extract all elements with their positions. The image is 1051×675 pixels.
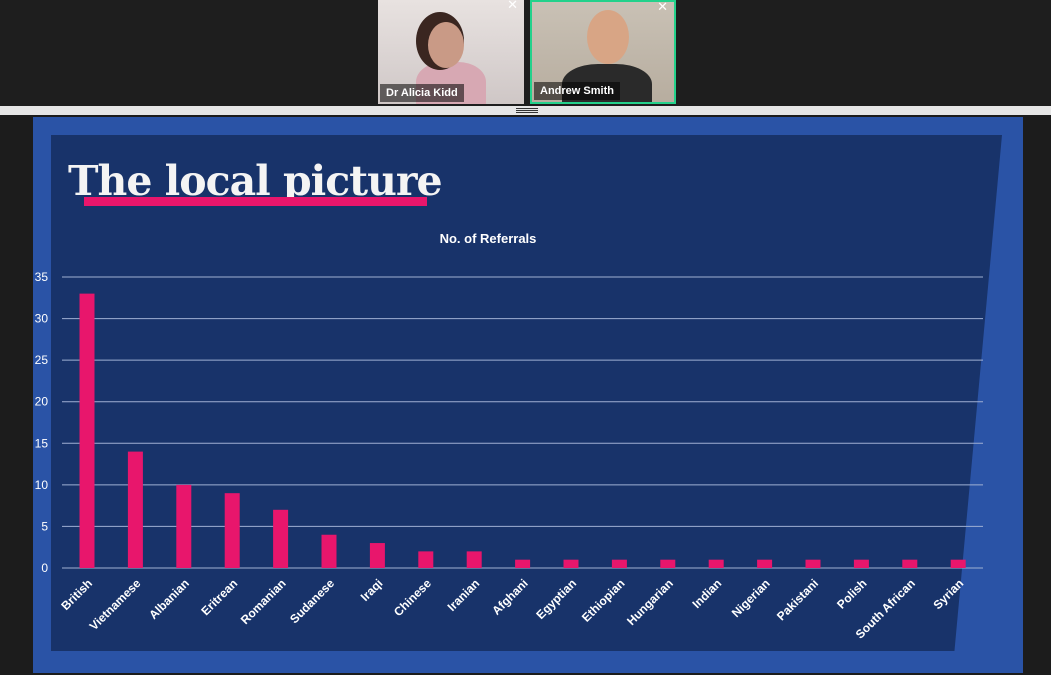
- bar-iraqi: [369, 543, 385, 568]
- x-tick-label: Indian: [689, 576, 724, 611]
- bar-hungarian: [660, 559, 676, 568]
- bar-nigerian: [757, 559, 773, 568]
- x-tick-label: Albanian: [146, 576, 192, 622]
- x-tick-label: Chinese: [391, 576, 434, 619]
- x-tick-label: Afghani: [489, 576, 530, 617]
- x-tick-label: Nigerian: [729, 576, 773, 620]
- bar-sudanese: [321, 534, 337, 568]
- bar-south-african: [902, 559, 918, 568]
- x-tick-label: Polish: [834, 576, 869, 611]
- y-tick-label: 20: [35, 395, 49, 409]
- x-tick-label: Iraqi: [358, 576, 386, 604]
- bar-vietnamese: [127, 451, 143, 568]
- x-tick-label: Pakistani: [774, 576, 821, 623]
- x-tick-label: Vietnamese: [87, 576, 144, 633]
- y-tick-label: 5: [41, 519, 48, 533]
- bar-pakistani: [805, 559, 821, 568]
- x-tick-label: Egyptian: [533, 576, 579, 622]
- bar-polish: [853, 559, 869, 568]
- y-tick-label: 15: [35, 436, 49, 450]
- bar-chinese: [418, 551, 434, 568]
- x-tick-label: Hungarian: [624, 576, 676, 628]
- x-tick-label: British: [58, 576, 95, 613]
- x-tick-label: Iranian: [445, 576, 483, 614]
- x-tick-label: Syrian: [930, 576, 966, 612]
- bar-chart: 05101520253035BritishVietnamese Albanian E…: [35, 270, 983, 641]
- bar-afghani: [515, 559, 531, 568]
- bar-egyptian: [563, 559, 579, 568]
- x-tick-label: Sudanese: [287, 576, 337, 626]
- bar-ethiopian: [611, 559, 627, 568]
- bar-eritrean: [224, 493, 240, 568]
- bar-british: [79, 293, 95, 568]
- x-tick-label: Ethiopian: [579, 576, 628, 625]
- bar-albanian: [176, 484, 192, 568]
- bar-indian: [708, 559, 724, 568]
- y-tick-label: 10: [35, 478, 49, 492]
- y-tick-label: 30: [35, 312, 49, 326]
- y-tick-label: 25: [35, 353, 49, 367]
- bar-syrian: [950, 559, 966, 568]
- y-tick-label: 0: [41, 561, 48, 575]
- x-tick-label: Eritrean: [198, 576, 240, 618]
- x-tick-label: Romanian: [238, 576, 289, 627]
- y-tick-label: 35: [35, 270, 49, 284]
- bar-iranian: [466, 551, 482, 568]
- bar-romanian: [273, 509, 289, 568]
